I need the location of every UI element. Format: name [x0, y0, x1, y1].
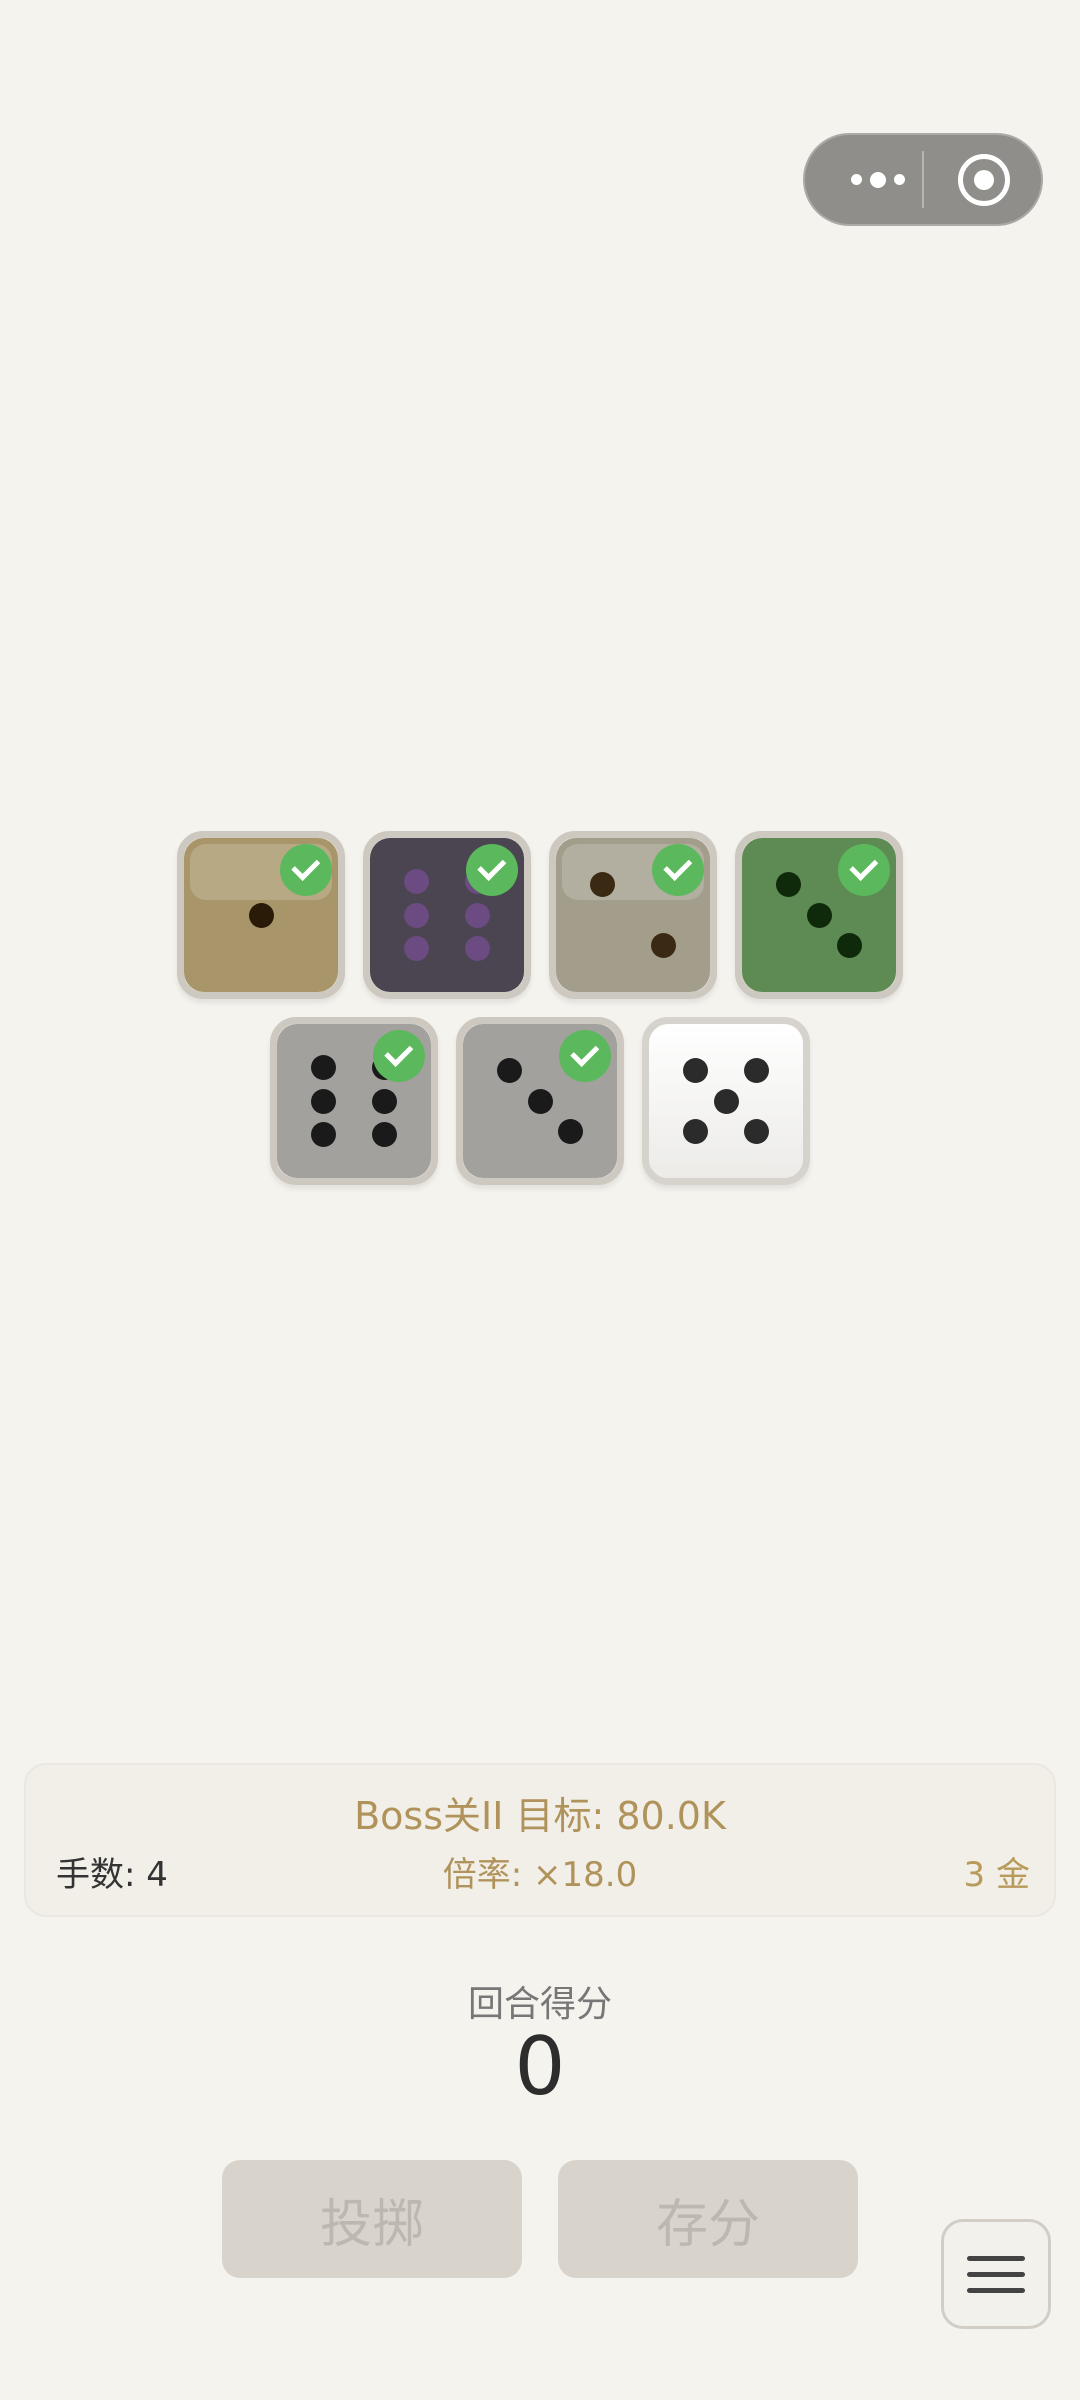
die-pip: [713, 1088, 739, 1114]
die-pip: [372, 1088, 398, 1114]
roll-button[interactable]: 投掷: [222, 2160, 522, 2278]
record-circle-icon[interactable]: [958, 154, 1010, 206]
gold-count: 3 金: [963, 1855, 1030, 1895]
die-pip: [496, 1057, 522, 1083]
stage-target-title: Boss关II 目标: 80.0K: [354, 1794, 726, 1838]
hamburger-menu-icon[interactable]: [941, 2219, 1051, 2329]
game-screen: Boss关II 目标: 80.0K 手数: 4 倍率: ×18.0 3 金 回合…: [0, 0, 1080, 2400]
status-panel: Boss关II 目标: 80.0K 手数: 4 倍率: ×18.0 3 金: [24, 1763, 1056, 1917]
bank-button[interactable]: 存分: [558, 2160, 858, 2278]
die-pip: [682, 1057, 708, 1083]
die-pip: [310, 1088, 336, 1114]
die-4[interactable]: [735, 831, 903, 999]
die-pip: [558, 1119, 584, 1145]
die-pip: [806, 902, 832, 928]
checkmark-icon: [280, 844, 332, 896]
multiplier: 倍率: ×18.0: [442, 1855, 638, 1895]
die-pip: [310, 1122, 336, 1148]
die-2[interactable]: [363, 831, 531, 999]
round-score-value: 0: [514, 2020, 566, 2113]
die-pip: [682, 1119, 708, 1145]
checkmark-icon: [838, 844, 890, 896]
die-pip: [744, 1057, 770, 1083]
die-3[interactable]: [549, 831, 717, 999]
die-6[interactable]: [456, 1017, 624, 1185]
die-pip: [310, 1054, 336, 1080]
die-pip: [651, 933, 677, 959]
die-pip: [837, 933, 863, 959]
die-pip: [465, 902, 491, 928]
die-pip: [248, 902, 274, 928]
checkmark-icon: [652, 844, 704, 896]
die-pip: [403, 936, 429, 962]
die-pip: [527, 1088, 553, 1114]
miniprogram-capsule: [803, 133, 1043, 226]
checkmark-icon: [373, 1030, 425, 1082]
die-pip: [465, 936, 491, 962]
die-pip: [775, 871, 801, 897]
die-pip: [744, 1119, 770, 1145]
die-5[interactable]: [270, 1017, 438, 1185]
capsule-divider: [922, 151, 924, 208]
die-pip: [403, 868, 429, 894]
checkmark-icon: [466, 844, 518, 896]
die-pip: [589, 871, 615, 897]
checkmark-icon: [559, 1030, 611, 1082]
die-pip: [403, 902, 429, 928]
more-dots-icon[interactable]: [833, 133, 923, 226]
die-pip: [372, 1122, 398, 1148]
die-1[interactable]: [177, 831, 345, 999]
die-7[interactable]: [642, 1017, 810, 1185]
